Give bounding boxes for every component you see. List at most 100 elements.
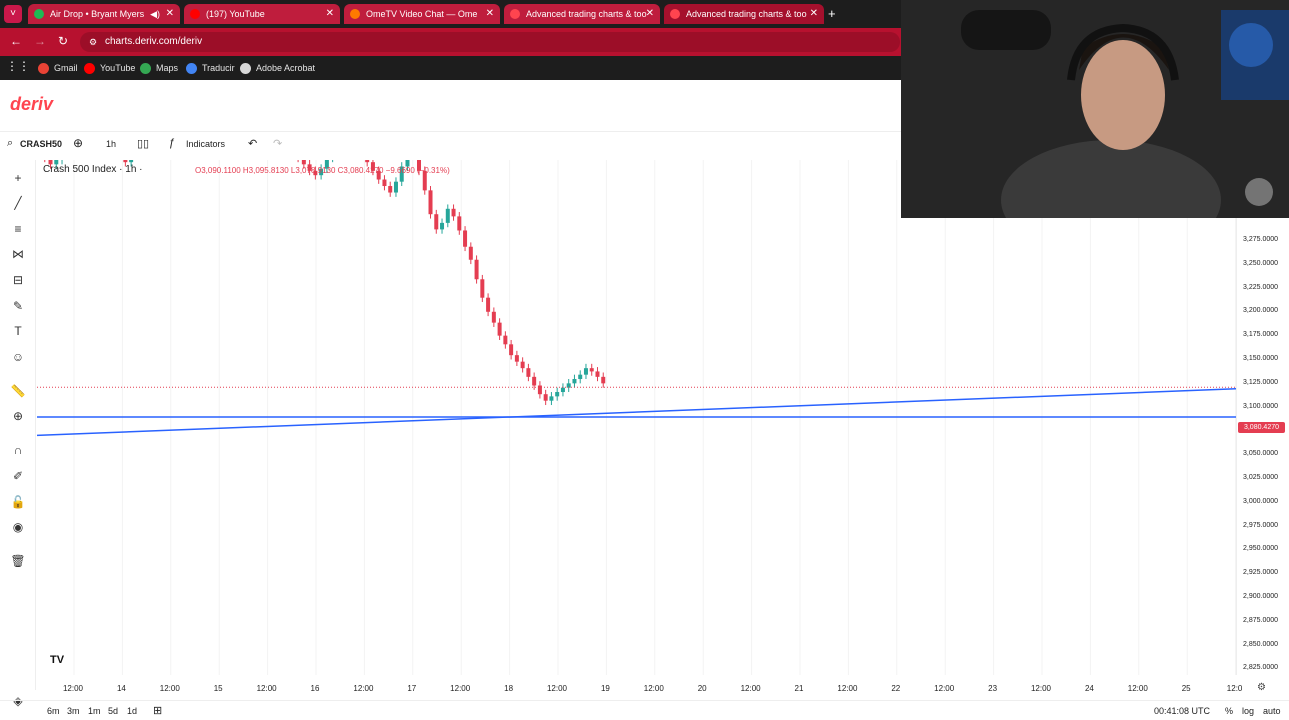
candle-body <box>451 208 456 217</box>
time-tick-label: 12:00 <box>256 684 277 693</box>
forward-icon[interactable]: → <box>34 34 46 48</box>
close-icon[interactable]: ✕ <box>486 4 494 24</box>
bookmark-gmail[interactable]: Gmail <box>38 61 78 75</box>
bookmark-traducir[interactable]: Traducir <box>186 61 235 75</box>
time-tick-label: 25 <box>1181 684 1191 693</box>
magnet-icon[interactable]: ∩ <box>9 441 27 459</box>
log-toggle[interactable]: log <box>1242 706 1254 716</box>
price-axis[interactable]: 3,275.0000 3,250.0000 3,225.0000 3,200.0000… <box>1236 160 1289 675</box>
auto-toggle[interactable]: auto <box>1263 706 1281 716</box>
price-tick-label: 3,050.0000 <box>1243 450 1279 458</box>
candle-body <box>486 297 491 312</box>
reload-icon[interactable]: ↻ <box>58 34 68 48</box>
spotify-icon <box>34 9 44 19</box>
ruler-icon[interactable]: 📏 <box>9 382 27 400</box>
bookmark-maps[interactable]: Maps <box>140 61 178 75</box>
percent-toggle[interactable]: % <box>1225 706 1233 716</box>
back-icon[interactable]: ← <box>10 34 22 48</box>
eye-icon[interactable]: ◉ <box>9 518 27 536</box>
time-tick-label: 20 <box>697 684 707 693</box>
stay-drawing-icon[interactable]: ✐ <box>9 467 27 485</box>
range-1d[interactable]: 1d <box>127 706 137 716</box>
time-tick-label: 18 <box>504 684 514 693</box>
tab-search-icon[interactable]: ˅ <box>4 5 22 23</box>
range-5d[interactable]: 5d <box>108 706 118 716</box>
indicators-icon[interactable]: ƒ <box>169 137 175 149</box>
close-icon[interactable]: ✕ <box>646 4 654 24</box>
time-tick-label: 12:0 <box>1226 684 1243 693</box>
tab-0[interactable]: Air Drop • Bryant Myers ◀) ✕ <box>28 4 180 24</box>
time-axis[interactable]: 12:00 14 12:00 15 12:00 16 12:00 17 12:00 18 12:00… <box>37 680 1289 696</box>
text-icon[interactable]: T <box>9 322 27 340</box>
settings-gear-icon[interactable]: ⚙ <box>1257 682 1266 693</box>
redo-icon[interactable]: ↷ <box>273 137 282 150</box>
new-tab-button[interactable]: + <box>828 6 836 21</box>
trash-icon[interactable]: 🗑 <box>9 552 27 570</box>
url-field[interactable]: ⚙ charts.deriv.com/deriv <box>80 32 900 52</box>
bookmark-adobe[interactable]: Adobe Acrobat <box>240 61 315 75</box>
gmail-icon <box>38 63 49 74</box>
pattern-icon[interactable]: ⋈ <box>9 245 27 263</box>
youtube-icon <box>190 9 200 19</box>
drawing-toolbar: + ╱ ≡ ⋈ ⊟ ✎ T ☺ 📏 ⊕ ∩ ✐ 🔓 ◉ 🗑 ◈ <box>0 160 36 708</box>
price-tick-label: 2,850.0000 <box>1243 640 1279 648</box>
zoom-in-icon[interactable]: ⊕ <box>9 407 27 425</box>
speaker-icon[interactable]: ◀) <box>150 4 160 24</box>
fib-lines-icon[interactable]: ≡ <box>9 220 27 238</box>
bookmark-label: Adobe Acrobat <box>256 63 316 73</box>
compare-add-icon[interactable]: ⊕ <box>73 136 83 150</box>
candle-body <box>532 376 537 386</box>
close-icon[interactable]: ✕ <box>166 4 174 24</box>
tab-1[interactable]: (197) YouTube ✕ <box>184 4 340 24</box>
time-tick-label: 12:00 <box>546 684 568 693</box>
brush-icon[interactable]: ✎ <box>9 297 27 315</box>
emoji-icon[interactable]: ☺ <box>9 348 27 366</box>
calendar-icon[interactable]: ⊞ <box>153 704 162 717</box>
close-icon[interactable]: ✕ <box>810 4 818 24</box>
price-tick-label: 2,900.0000 <box>1243 593 1279 600</box>
range-1m[interactable]: 1m <box>88 706 101 716</box>
price-tick-label: 2,825.0000 <box>1243 664 1279 672</box>
deriv-logo[interactable]: deriv <box>10 94 53 115</box>
candle-body <box>445 208 450 223</box>
range-3m[interactable]: 3m <box>67 706 80 716</box>
utc-clock[interactable]: 00:41:08 UTC <box>1154 706 1210 716</box>
price-tick-label: 3,275.0000 <box>1243 236 1279 243</box>
price-chart[interactable] <box>37 160 1236 675</box>
candle-body <box>428 190 433 215</box>
time-tick-label: 24 <box>1084 684 1094 693</box>
bookmark-label: Maps <box>156 63 179 73</box>
search-icon[interactable]: ⌕ <box>7 137 13 150</box>
indicators-button[interactable]: Indicators <box>186 139 225 149</box>
candle-body <box>514 355 519 362</box>
interval-button[interactable]: 1h <box>106 139 116 149</box>
tradingview-logo[interactable]: TV <box>50 654 64 666</box>
candle-body <box>503 335 508 345</box>
forecast-icon[interactable]: ⊟ <box>9 271 27 289</box>
time-tick-label: 16 <box>310 684 320 693</box>
close-icon[interactable]: ✕ <box>326 4 334 24</box>
site-info-icon[interactable]: ⚙ <box>89 32 97 52</box>
price-tick-label: 3,025.0000 <box>1243 474 1279 481</box>
crosshair-icon[interactable]: + <box>9 169 27 187</box>
tab-3[interactable]: Advanced trading charts & too ✕ <box>504 4 660 24</box>
apps-grid-icon[interactable]: ⋮⋮ <box>6 59 30 73</box>
candles-icon[interactable]: ▯▯ <box>137 137 149 150</box>
tab-title: OmeTV Video Chat — Ome <box>366 9 478 19</box>
candle-body <box>393 181 398 193</box>
candle-body <box>578 374 583 380</box>
ometv-icon <box>350 9 360 19</box>
trendline-icon[interactable]: ╱ <box>9 194 27 212</box>
tab-2[interactable]: OmeTV Video Chat — Ome ✕ <box>344 4 500 24</box>
price-tick-label: 3,175.0000 <box>1243 331 1279 339</box>
candle-body <box>382 179 387 187</box>
tab-4-active[interactable]: Advanced trading charts & too ✕ <box>664 4 824 24</box>
bookmark-youtube[interactable]: YouTube <box>84 61 135 75</box>
symbol-search[interactable]: CRASH50 <box>20 139 62 149</box>
url-text: charts.deriv.com/deriv <box>105 36 203 47</box>
candle-body <box>589 368 594 372</box>
lock-icon[interactable]: 🔓 <box>9 493 27 511</box>
time-tick-label: 14 <box>116 684 126 693</box>
undo-icon[interactable]: ↶ <box>248 137 257 150</box>
range-6m[interactable]: 6m <box>47 706 60 716</box>
